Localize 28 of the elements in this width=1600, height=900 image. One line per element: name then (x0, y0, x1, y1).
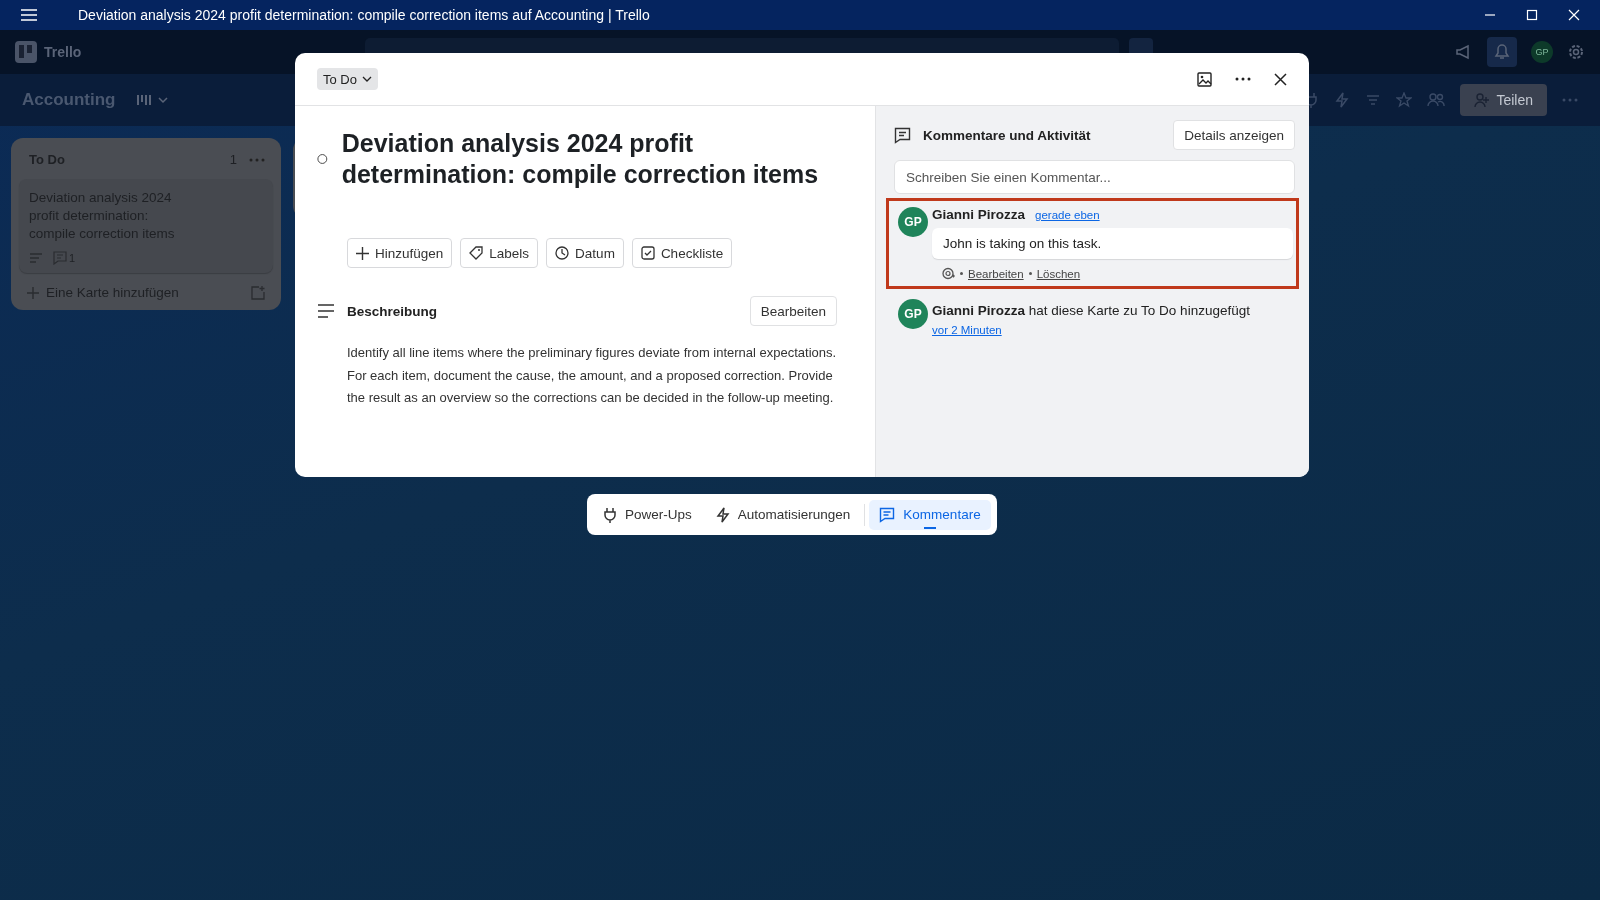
section-heading: Beschreibung (347, 303, 438, 319)
action-button[interactable]: Labels (460, 238, 539, 268)
comment-field[interactable]: Schreiben Sie einen Kommentar... (894, 160, 1295, 194)
avatar[interactable]: GP (1531, 41, 1553, 63)
avatar[interactable]: GP (898, 299, 928, 329)
activity-text: Gianni Pirozza hat diese Karte zu To Do hinzugefügt (932, 303, 1251, 318)
comment-action-link[interactable]: Löschen (1036, 267, 1081, 280)
toolbar-tab[interactable]: Automatisierungen (705, 499, 861, 530)
section-heading: Kommentare und Aktivität (923, 127, 1091, 143)
window-title: Deviation analysis 2024 profit determination: compile correction items auf Accounting | Trello (78, 7, 650, 23)
author-name: Gianni Pirozza (932, 207, 1026, 222)
card-title[interactable]: Deviation analysis 2024 profit determination: compile correction items (341, 128, 837, 190)
timestamp-link[interactable]: vor 2 Minuten (932, 324, 1002, 336)
details-button[interactable]: Details anzeigen (1173, 120, 1295, 150)
comment-action-link[interactable]: Bearbeiten (968, 267, 1024, 280)
share-button[interactable]: Teilen (1460, 84, 1547, 116)
action-button[interactable]: Datum (546, 238, 624, 268)
description-text: Identify all line items where the preliminary figures deviate from internal expectations. For each item, document the cause, the amount, and a proposed correction. Provide the result as an overview so the corrections can be decided in the follow-up meeting. (347, 344, 837, 407)
action-button[interactable]: Checkliste (631, 238, 733, 268)
edit-button[interactable]: Bearbeiten (749, 296, 837, 326)
list-dropdown[interactable]: To Do (317, 68, 378, 90)
toolbar-tab[interactable]: Power-Ups (593, 499, 702, 530)
logo-text: Trello (44, 44, 82, 60)
comment-text: John is taking on this task. (932, 228, 1293, 259)
timestamp-link[interactable]: gerade eben (1035, 209, 1100, 221)
action-button[interactable]: Hinzufügen (347, 238, 453, 268)
toolbar-tab[interactable]: Kommentare (869, 499, 991, 530)
avatar[interactable]: GP (898, 207, 928, 237)
